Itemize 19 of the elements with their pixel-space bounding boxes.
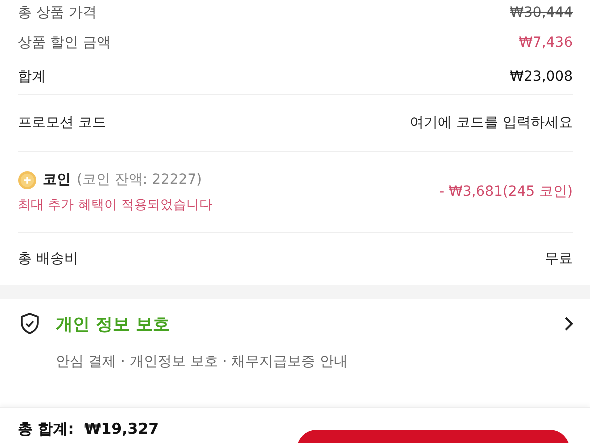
shield-check-icon: [20, 313, 40, 335]
summary-label: 총 상품 가격: [18, 4, 97, 22]
coin-discount: - ₩3,681(245 코인): [439, 183, 573, 201]
summary-value: ₩30,444: [510, 5, 573, 21]
grand-total: 총 합계: ₩19,327: [18, 420, 160, 439]
coin-balance: (코인 잔액: 22227): [77, 171, 202, 189]
summary-label: 합계: [18, 68, 46, 86]
shipping-value: 무료: [545, 250, 573, 268]
shipping-label: 총 배송비: [18, 250, 78, 268]
summary-label: 상품 할인 금액: [18, 34, 111, 52]
promo-label: 프로모션 코드: [18, 114, 106, 132]
chevron-right-icon[interactable]: [564, 316, 574, 332]
summary-value: ₩23,008: [510, 69, 573, 85]
coin-icon: [18, 170, 37, 190]
promo-code-field[interactable]: 여기에 코드를 입력하세요: [410, 114, 573, 132]
privacy-links: 안심 결제 · 개인정보 보호 · 채무지급보증 안내: [55, 353, 350, 371]
benefit-notice: 최대 추가 혜택이 적용되었습니다: [18, 196, 212, 214]
summary-value: ₩7,436: [519, 35, 573, 51]
coin-label: 코인: [43, 171, 71, 189]
